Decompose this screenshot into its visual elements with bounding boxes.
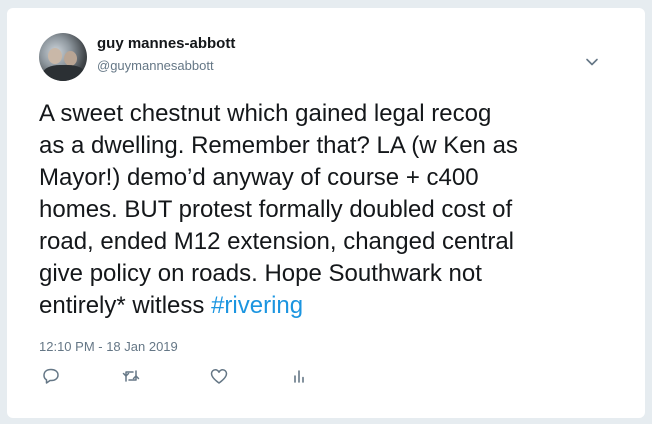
- avatar-body: [43, 65, 85, 81]
- avatar-face-right: [64, 51, 77, 66]
- reply-icon: [43, 368, 59, 384]
- chevron-down-icon: [586, 58, 598, 66]
- avatar-face-left: [48, 48, 62, 64]
- tweet-text-line: A sweet chestnut which gained legal reco…: [39, 100, 492, 127]
- hashtag-link[interactable]: #rivering: [211, 292, 303, 319]
- author-handle[interactable]: @guymannesabbott: [97, 58, 214, 73]
- tweet-text-line: give policy on roads. Hope Southwark not: [39, 260, 482, 287]
- tweet-text-line: as a dwelling. Remember that? LA (w Ken …: [39, 132, 518, 159]
- tweet-text: A sweet chestnut which gained legal reco…: [39, 98, 624, 322]
- heart-icon: [210, 369, 228, 384]
- tweet-menu-button[interactable]: [582, 52, 602, 72]
- tweet-text-line: road, ended M12 extension, changed centr…: [39, 228, 514, 255]
- reply-button[interactable]: [39, 364, 63, 388]
- tweet-text-last-line: entirely* witless #rivering: [39, 290, 624, 322]
- author-name[interactable]: guy mannes-abbott: [97, 35, 235, 52]
- author-avatar[interactable]: [39, 33, 87, 81]
- analytics-icon: [294, 370, 304, 383]
- tweet-actions: [39, 364, 439, 388]
- retweet-icon: [122, 370, 140, 382]
- retweet-button[interactable]: [119, 364, 143, 388]
- tweet-text-line: Mayor!) demo’d anyway of course + c400: [39, 164, 479, 191]
- analytics-button[interactable]: [287, 364, 311, 388]
- tweet-text-line: homes. BUT protest formally doubled cost…: [39, 196, 513, 223]
- tweet-timestamp[interactable]: 12:10 PM - 18 Jan 2019: [39, 339, 178, 354]
- like-button[interactable]: [207, 364, 231, 388]
- tweet-text-fragment: entirely* witless: [39, 292, 212, 319]
